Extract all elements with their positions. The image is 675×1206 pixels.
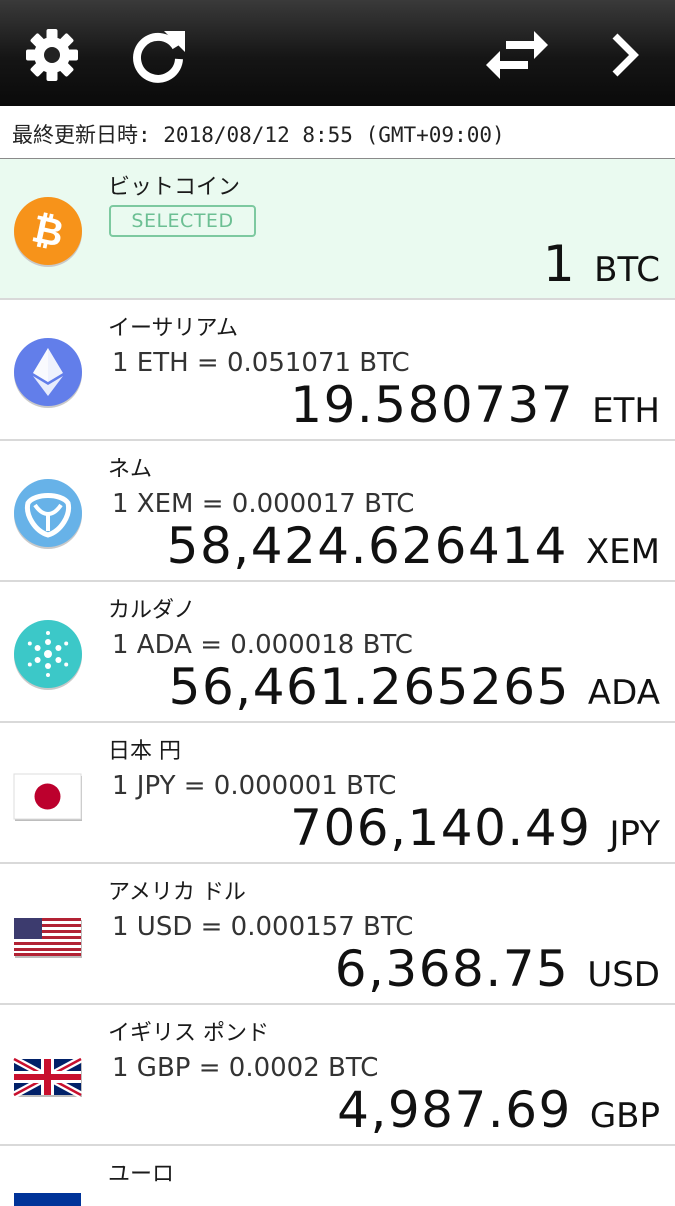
currency-row-jpy[interactable]: 日本 円 1 JPY = 0.000001 BTC 706,140.49 JPY xyxy=(0,723,675,864)
last-updated-text: 最終更新日時: 2018/08/12 8:55 (GMT+09:00) xyxy=(12,123,505,147)
amount-unit: ETH xyxy=(592,391,660,431)
currency-name: 日本 円 xyxy=(108,739,181,764)
us-flag-icon xyxy=(14,918,82,958)
currency-name: カルダノ xyxy=(108,598,196,623)
amount-value: 4,987.69 xyxy=(337,1081,572,1139)
amount-unit: ADA xyxy=(587,673,660,713)
currency-amount: 6,368.75 USD xyxy=(335,940,660,998)
currency-name: アメリカ ドル xyxy=(108,880,246,905)
amount-value: 58,424.626414 xyxy=(166,517,568,575)
settings-button[interactable] xyxy=(17,20,87,90)
currency-amount: 4,987.69 GBP xyxy=(337,1081,660,1139)
bitcoin-icon: ₿ xyxy=(14,197,82,267)
last-updated-bar: 最終更新日時: 2018/08/12 8:55 (GMT+09:00) xyxy=(0,106,675,159)
currency-amount: 1 BTC xyxy=(543,235,660,293)
amount-value: 706,140.49 xyxy=(290,799,592,857)
currency-row-btc[interactable]: ₿ ビットコイン SELECTED 1 BTC xyxy=(0,159,675,300)
currency-row-eur[interactable]: ユーロ xyxy=(0,1146,675,1206)
currency-row-xem[interactable]: ネム 1 XEM = 0.000017 BTC 58,424.626414 XE… xyxy=(0,441,675,582)
exchange-rate: 1 GBP = 0.0002 BTC xyxy=(112,1053,379,1083)
currency-name: ネム xyxy=(108,457,153,482)
currency-amount: 706,140.49 JPY xyxy=(290,799,660,857)
currency-name: ユーロ xyxy=(108,1162,175,1187)
refresh-icon xyxy=(133,31,185,83)
gear-icon xyxy=(26,29,78,81)
cardano-icon xyxy=(14,620,82,690)
nem-icon xyxy=(14,479,82,549)
chevron-right-icon xyxy=(612,33,639,77)
amount-value: 56,461.265265 xyxy=(168,658,570,716)
currency-amount: 58,424.626414 XEM xyxy=(167,517,660,575)
amount-unit: JPY xyxy=(609,814,660,854)
currency-amount: 19.580737 ETH xyxy=(290,376,660,434)
currency-list: ₿ ビットコイン SELECTED 1 BTC イーサリアム 1 ETH = 0… xyxy=(0,159,675,1206)
exchange-rate: 1 ADA = 0.000018 BTC xyxy=(112,630,413,660)
refresh-button[interactable] xyxy=(123,20,193,90)
uk-flag-icon xyxy=(13,1055,83,1099)
currency-amount: 56,461.265265 ADA xyxy=(169,658,660,716)
amount-value: 1 xyxy=(542,235,577,293)
currency-row-gbp[interactable]: イギリス ポンド 1 GBP = 0.0002 BTC 4,987.69 GBP xyxy=(0,1005,675,1146)
exchange-rate: 1 XEM = 0.000017 BTC xyxy=(112,489,415,519)
amount-value: 6,368.75 xyxy=(334,940,570,998)
swap-button[interactable] xyxy=(482,20,552,90)
amount-value: 19.580737 xyxy=(290,376,575,434)
amount-unit: USD xyxy=(587,955,660,995)
currency-row-usd[interactable]: アメリカ ドル 1 USD = 0.000157 BTC 6,368.75 US… xyxy=(0,864,675,1005)
top-toolbar xyxy=(0,0,675,106)
amount-unit: XEM xyxy=(585,532,660,572)
currency-row-ada[interactable]: カルダノ 1 ADA = 0.000018 BTC 56,461.265265 … xyxy=(0,582,675,723)
currency-name: ビットコイン xyxy=(108,175,241,200)
exchange-rate: 1 ETH = 0.051071 BTC xyxy=(112,348,410,378)
exchange-rate: 1 USD = 0.000157 BTC xyxy=(112,912,414,942)
eu-flag-icon xyxy=(14,1193,81,1206)
ethereum-icon xyxy=(14,338,82,408)
currency-name: イギリス ポンド xyxy=(108,1021,269,1046)
swap-arrows-icon xyxy=(486,31,548,79)
currency-row-eth[interactable]: イーサリアム 1 ETH = 0.051071 BTC 19.580737 ET… xyxy=(0,300,675,441)
currency-name: イーサリアム xyxy=(108,316,239,341)
amount-unit: GBP xyxy=(589,1096,660,1136)
exchange-rate: 1 JPY = 0.000001 BTC xyxy=(112,771,397,801)
next-button[interactable] xyxy=(590,20,660,90)
amount-unit: BTC xyxy=(594,250,660,290)
selected-badge: SELECTED xyxy=(109,205,256,237)
japan-flag-icon xyxy=(13,773,82,821)
